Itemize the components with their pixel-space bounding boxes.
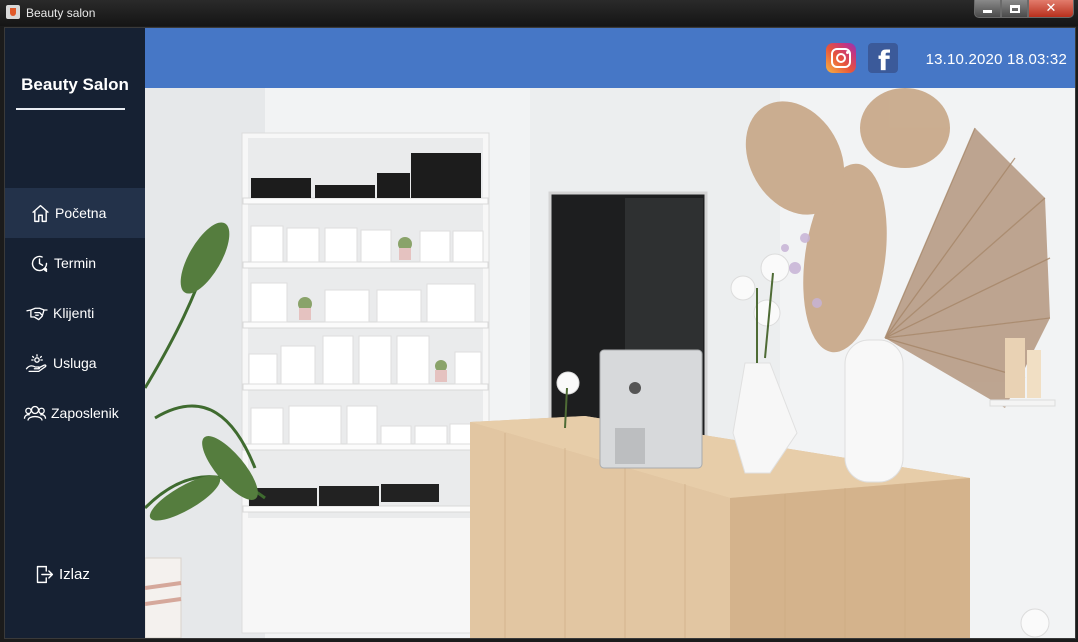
datetime-label: 13.10.2020 18.03:32 xyxy=(925,51,1067,68)
maximize-button[interactable] xyxy=(1001,0,1028,18)
sidebar-item-klijenti[interactable]: Klijenti xyxy=(5,288,145,338)
sidebar-item-pocetna[interactable]: Početna xyxy=(5,188,145,238)
sidebar-item-label: Usluga xyxy=(53,355,97,371)
sidebar-item-label: Klijenti xyxy=(53,305,95,321)
brand-divider xyxy=(16,108,125,110)
window-title: Beauty salon xyxy=(26,6,96,20)
minimize-icon xyxy=(983,9,992,13)
exit-button[interactable]: Izlaz xyxy=(5,549,145,599)
users-icon xyxy=(23,402,47,424)
instagram-icon[interactable] xyxy=(826,43,856,73)
exit-label: Izlaz xyxy=(59,565,90,583)
window-controls: ✕ xyxy=(974,0,1074,18)
sidebar-item-zaposlenik[interactable]: Zaposlenik xyxy=(5,388,145,438)
sidebar-item-termin[interactable]: Termin xyxy=(5,238,145,288)
minimize-button[interactable] xyxy=(974,0,1001,18)
logout-icon xyxy=(33,563,55,585)
header-bar: f 13.10.2020 18.03:32 xyxy=(145,28,1075,88)
facebook-icon[interactable]: f xyxy=(868,43,898,73)
sidebar-item-label: Termin xyxy=(54,255,97,271)
window-titlebar: Beauty salon ✕ xyxy=(0,0,1078,26)
home-icon xyxy=(29,202,51,224)
sidebar-item-usluga[interactable]: Usluga xyxy=(5,338,145,388)
close-button[interactable]: ✕ xyxy=(1028,0,1074,18)
service-hand-icon xyxy=(25,352,49,374)
close-icon: ✕ xyxy=(1045,1,1057,16)
sidebar-item-label: Početna xyxy=(55,205,107,221)
sidebar: Beauty Salon Početna Termin Klijenti Usl… xyxy=(5,28,145,638)
java-app-icon xyxy=(6,5,20,19)
clock-icon xyxy=(28,252,50,274)
salon-photo xyxy=(145,88,1075,638)
sidebar-item-label: Zaposlenik xyxy=(51,405,119,421)
brand-title: Beauty Salon xyxy=(21,75,129,94)
maximize-icon xyxy=(1009,4,1020,13)
handshake-icon xyxy=(25,302,49,324)
